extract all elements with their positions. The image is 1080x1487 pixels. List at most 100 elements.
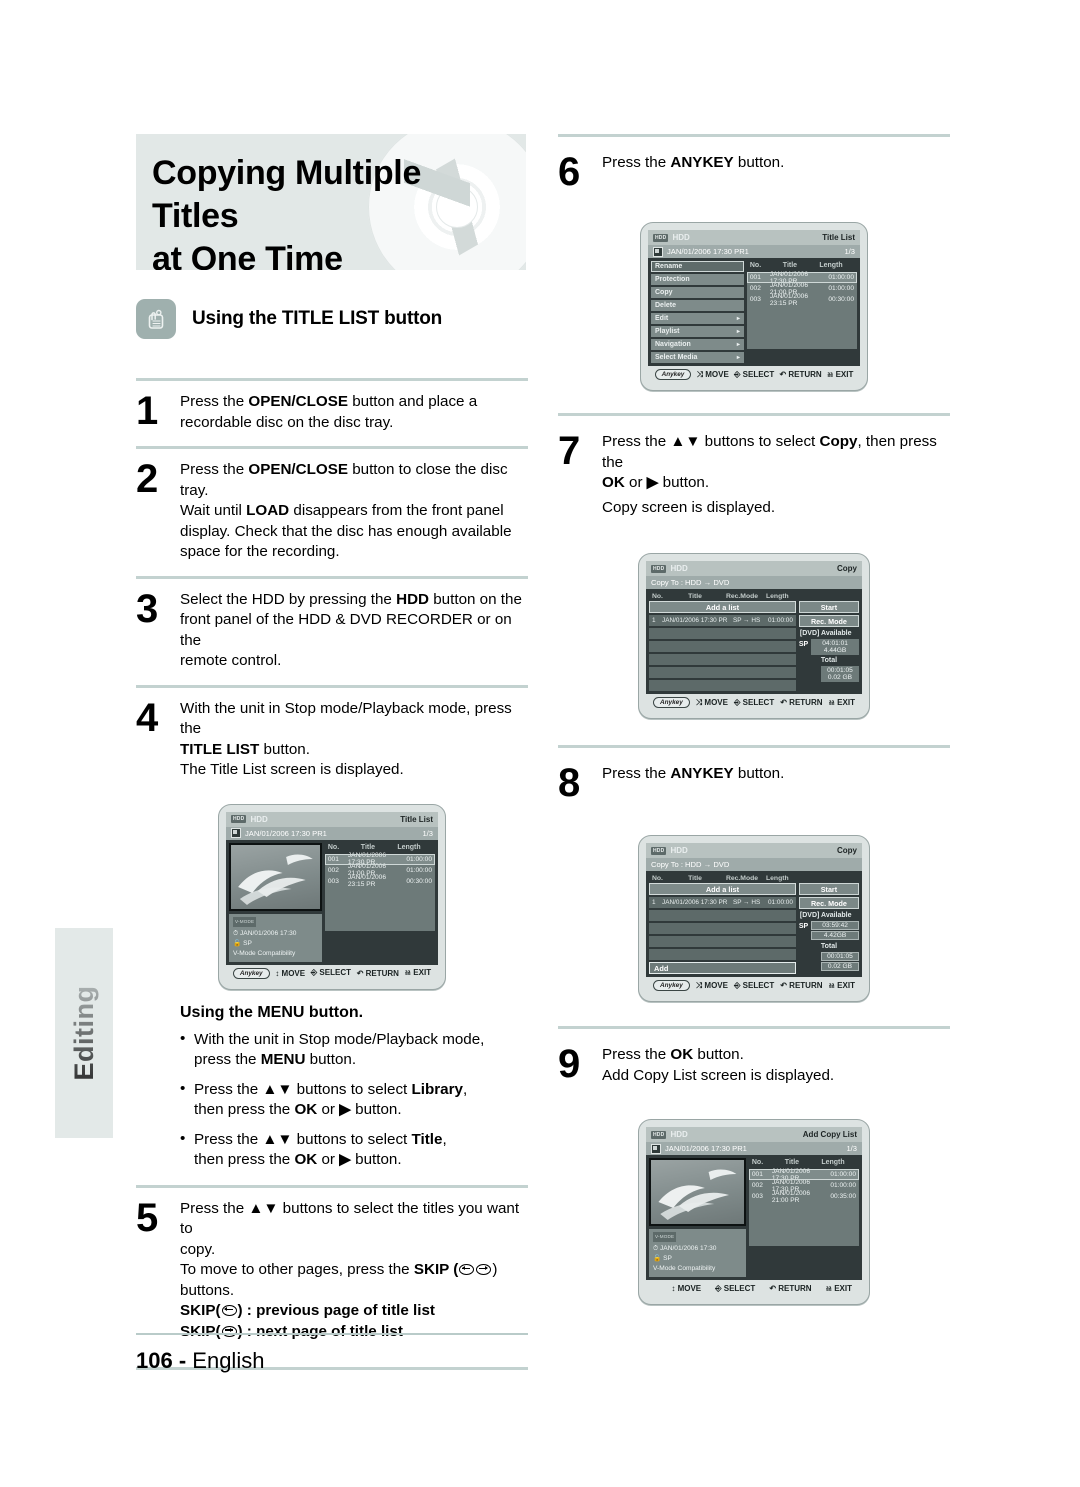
anykey-button[interactable]: Anykey <box>654 369 692 380</box>
osd-subbar: JAN/01/2006 17:30 PR1 1/3 <box>646 1142 862 1155</box>
col-no: No. <box>652 875 663 882</box>
step-number: 5 <box>136 1195 158 1240</box>
step-9: 9 Press the OK button. Add Copy List scr… <box>558 1029 950 1099</box>
start-button[interactable]: Start <box>798 601 859 613</box>
osd-screenshot-titlelist: HDD HDD Title List JAN/01/2006 17:30 PR1… <box>136 803 528 990</box>
osd-title-list: No. Title Length 001 JAN/01/2006 17:30 PR… <box>748 1158 859 1277</box>
total-time: 00:01:05 <box>820 666 859 674</box>
osd-stage: No. Title Rec.Mode Length Add a list 1 JAN… <box>646 871 862 977</box>
lock-icon: 🔓 <box>653 1255 662 1262</box>
menu-bullet-1: With the unit in Stop mode/Playback mode… <box>180 1029 528 1071</box>
available-label: [DVD] Available <box>799 630 852 637</box>
s5-l2: copy. <box>180 1240 216 1258</box>
copy-item-row[interactable]: 1 JAN/01/2006 17:30 PR SP → HS 01:00:00 <box>649 615 796 626</box>
menu-item-edit[interactable]: Edit ▸ <box>651 313 744 324</box>
menu-item-playlist[interactable]: Playlist ▸ <box>651 326 744 337</box>
table-row[interactable]: 003 JAN/01/2006 23:15 PR 00:30:00 <box>746 292 857 307</box>
osd-subbar: Copy To : HDD → DVD <box>646 858 862 871</box>
available-time: 04:01:01 <box>811 639 859 647</box>
step-number: 2 <box>136 457 158 501</box>
right-column: 6 Press the ANYKEY button. HDD HDD Title… <box>558 134 950 1305</box>
page-footer: 106 - English <box>136 1348 264 1374</box>
osd-subbar: JAN/01/2006 17:30 PR1 1/3 <box>226 826 438 840</box>
cell-no: 003 <box>751 1193 763 1200</box>
table-row[interactable]: 003 JAN/01/2006 23:15 PR 00:30:00 <box>324 874 435 888</box>
rec-mode-button[interactable]: Rec. Mode <box>798 897 859 909</box>
anykey-button[interactable]: Anykey <box>653 980 690 991</box>
cell-length: 01:00:00 <box>768 617 793 624</box>
col-recmode: Rec.Mode <box>725 875 759 882</box>
menu-item-rename[interactable]: Rename <box>651 261 744 272</box>
cell-length: 01:00:00 <box>406 866 432 874</box>
osd-source: HDD <box>672 233 690 242</box>
chevron-right-icon: ▸ <box>736 342 740 348</box>
osd-info-compat: V-Mode Compatibility <box>233 949 296 957</box>
step-3: 3 Select the HDD by pressing the HDD butt… <box>136 579 528 685</box>
osd-title-list: No. Title Length 001 JAN/01/2006 17:30 PR… <box>746 261 857 363</box>
clock-icon: ⏱ <box>233 929 239 937</box>
cell-recmode: SP → HS <box>733 617 761 624</box>
cell-no: 1 <box>652 899 656 906</box>
legend-return: ↶ RETURN <box>356 968 399 978</box>
available-size: 4.44GB <box>811 647 859 655</box>
copy-row-empty: . <box>649 923 796 934</box>
total-size: 0.02 GB <box>820 962 859 971</box>
anykey-menu[interactable]: Rename Protection Copy Delete Edit ▸ Playlist ▸… <box>651 261 744 363</box>
copy-list-pane: Add a list 1 JAN/01/2006 17:30 PR SP → HS 01… <box>649 601 796 691</box>
s5-l6b: ) : next page of title list <box>237 1322 403 1340</box>
add-popup-button[interactable]: Add <box>649 962 796 974</box>
skip-prev-icon <box>459 1264 475 1276</box>
skip-next-icon <box>476 1264 492 1276</box>
menu-item-select-media[interactable]: Select Media ▸ <box>651 352 744 363</box>
table-row-empty: . <box>324 908 435 920</box>
total-time: 00:01:05 <box>820 952 859 961</box>
hand-press-icon <box>136 299 176 339</box>
menu-item-copy[interactable]: Copy <box>651 287 744 298</box>
osd-info-time: JAN/01/2006 17:30 <box>240 929 297 937</box>
step-8: 8 Press the ANYKEY button. <box>558 748 950 815</box>
menu-item-label: Navigation <box>655 341 691 348</box>
hdd-chip-icon: HDD <box>231 815 247 823</box>
available-label: [DVD] Available <box>799 912 852 919</box>
anykey-button[interactable]: Anykey <box>653 697 690 708</box>
anykey-button[interactable]: Anykey <box>232 967 270 979</box>
menu-item-navigation[interactable]: Navigation ▸ <box>651 339 744 350</box>
legend-return: ↶ RETURN <box>780 981 823 990</box>
copy-row-empty: . <box>649 654 796 665</box>
step-1: 1 Press the OPEN/CLOSE button and place a… <box>136 381 528 446</box>
thumbnail-image <box>649 1158 746 1226</box>
menu-item-protection[interactable]: Protection <box>651 274 744 285</box>
clock-icon: ⏱ <box>653 1245 659 1252</box>
menu-item-delete[interactable]: Delete <box>651 300 744 311</box>
table-row-empty: . <box>746 327 857 338</box>
copy-row-empty: . <box>649 641 796 652</box>
cell-length: 00:35:00 <box>830 1193 856 1200</box>
chevron-right-icon: ▸ <box>736 329 740 335</box>
copy-item-row[interactable]: 1 JAN/01/2006 17:30 PR SP → HS 01:00:00 <box>649 897 796 908</box>
cell-title: JAN/01/2006 23:15 PR <box>769 292 808 307</box>
available-mode: SP <box>798 641 809 648</box>
step-text: Press the ANYKEY button. <box>602 154 785 171</box>
total-label: Total <box>820 657 838 664</box>
hdd-chip-icon: HDD <box>651 846 667 855</box>
step-5: 5 Press the ▲▼ buttons to select the tit… <box>136 1188 528 1356</box>
osd-screen-title: Title List <box>822 233 855 242</box>
cell-no: 003 <box>749 296 761 303</box>
osd-screenshot-copy-8: HDD HDD Copy Copy To : HDD → DVD No. Tit… <box>558 835 950 1002</box>
menu-item-label: Playlist <box>655 328 680 335</box>
s5-l6a: SKIP( <box>180 1322 221 1340</box>
copy-side-pane: Start Rec. Mode [DVD] Available SP 04:01… <box>798 601 859 691</box>
col-title: Title <box>688 593 702 600</box>
copy-row-empty: . <box>649 680 796 691</box>
s5-l3c: ) <box>492 1261 498 1278</box>
osd-list-rows: 001 JAN/01/2006 17:30 PR 01:00:00 002 JAN/01… <box>748 1168 859 1246</box>
osd-screenshot-addcopylist: HDD HDD Add Copy List JAN/01/2006 17:30 … <box>558 1119 950 1305</box>
add-a-list-row[interactable]: Add a list <box>649 601 796 613</box>
osd-legend-bar: Anykey ⤨ MOVE ⎆ SELECT ↶ RETURN ⎂ EXIT <box>646 977 862 994</box>
rec-mode-button[interactable]: Rec. Mode <box>798 615 859 627</box>
add-a-list-row[interactable]: Add a list <box>649 883 796 895</box>
start-button[interactable]: Start <box>798 883 859 895</box>
page-number: 106 - <box>136 1348 187 1373</box>
col-length: Length <box>766 875 789 882</box>
table-row[interactable]: 003 JAN/01/2006 21:00 PR 00:35:00 <box>748 1190 859 1204</box>
